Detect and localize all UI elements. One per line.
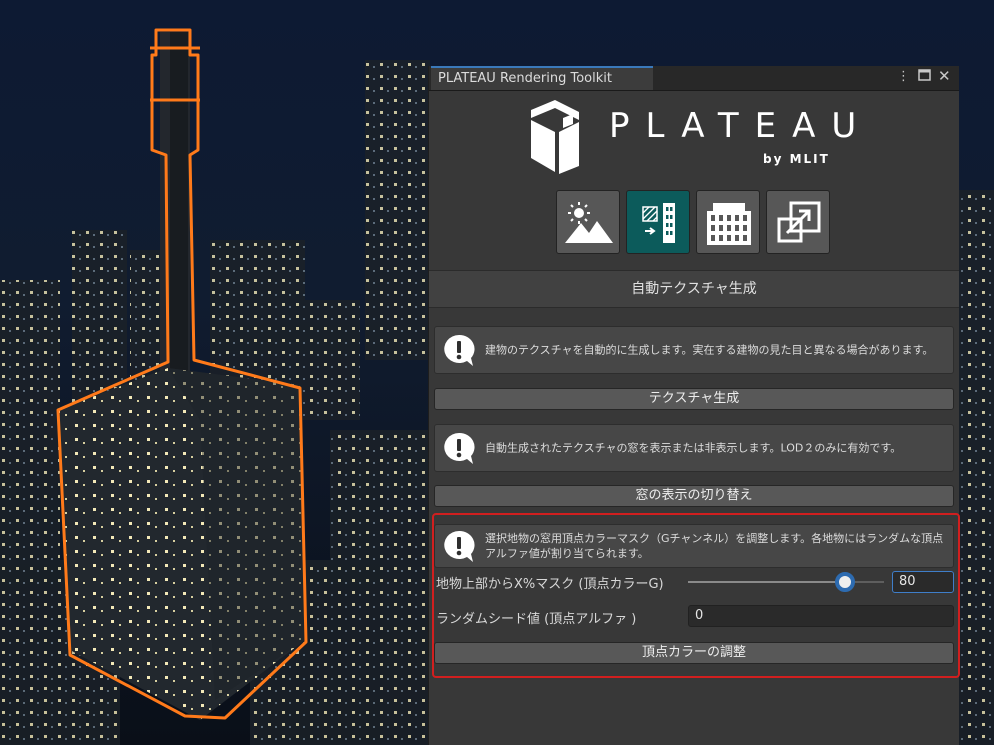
mask-value-input[interactable]: 80 [892, 571, 954, 593]
logo-subtitle: by MLIT [763, 152, 830, 166]
mode-button-environment[interactable] [556, 190, 620, 254]
help-text: 建物のテクスチャを自動的に生成します。実在する建物の見た目と異なる場合があります… [485, 343, 934, 357]
kebab-menu-icon[interactable]: ⋮ [897, 69, 910, 84]
info-bubble-icon [444, 334, 475, 366]
help-box-generate: 建物のテクスチャを自動的に生成します。実在する建物の見た目と異なる場合があります… [434, 326, 954, 374]
window-tab-bar: PLATEAU Rendering Toolkit ⋮ ✕ [429, 66, 959, 91]
info-bubble-icon [444, 432, 475, 464]
mode-button-export[interactable] [766, 190, 830, 254]
export-icon [777, 201, 821, 243]
mask-slider-thumb[interactable] [834, 572, 855, 592]
plateau-rendering-toolkit-window: PLATEAU Rendering Toolkit ⋮ ✕ PLATEAU by… [428, 66, 960, 745]
section-header: 自動テクスチャ生成 [429, 270, 959, 308]
auto-texture-icon [642, 203, 675, 243]
toggle-windows-button[interactable]: 窓の表示の切り替え [434, 485, 954, 507]
help-box-windows: 自動生成されたテクスチャの窓を表示または非表示します。LOD２のみに有効です。 [434, 424, 954, 472]
help-text: 選択地物の窓用頂点カラーマスク（Gチャンネル）を調整します。各地物にはランダムな… [485, 532, 944, 560]
info-bubble-icon [444, 530, 475, 562]
plateau-logo: PLATEAU by MLIT [527, 100, 867, 176]
logo-wordmark: PLATEAU [609, 106, 873, 146]
window-tab[interactable]: PLATEAU Rendering Toolkit [431, 66, 653, 90]
random-seed-label: ランダムシード値 (頂点アルファ ) [436, 612, 637, 627]
mask-slider-fill [688, 581, 845, 583]
mask-slider-label: 地物上部からX%マスク (頂点カラーG) [436, 577, 664, 592]
generate-texture-button[interactable]: テクスチャ生成 [434, 388, 954, 410]
random-seed-input[interactable]: 0 [688, 605, 954, 627]
help-text: 自動生成されたテクスチャの窓を表示または非表示します。LOD２のみに有効です。 [485, 441, 902, 455]
window-tab-title: PLATEAU Rendering Toolkit [438, 71, 612, 86]
adjust-vertex-color-button[interactable]: 頂点カラーの調整 [434, 642, 954, 664]
environment-icon [565, 202, 613, 243]
mode-button-auto-texture[interactable] [626, 190, 690, 254]
plateau-logo-mark-icon [531, 100, 579, 174]
help-box-vertex-color: 選択地物の窓用頂点カラーマスク（Gチャンネル）を調整します。各地物にはランダムな… [434, 524, 954, 568]
building-icon [707, 203, 751, 245]
close-icon[interactable]: ✕ [938, 67, 951, 85]
maximize-icon[interactable] [918, 68, 931, 85]
mode-button-building[interactable] [696, 190, 760, 254]
